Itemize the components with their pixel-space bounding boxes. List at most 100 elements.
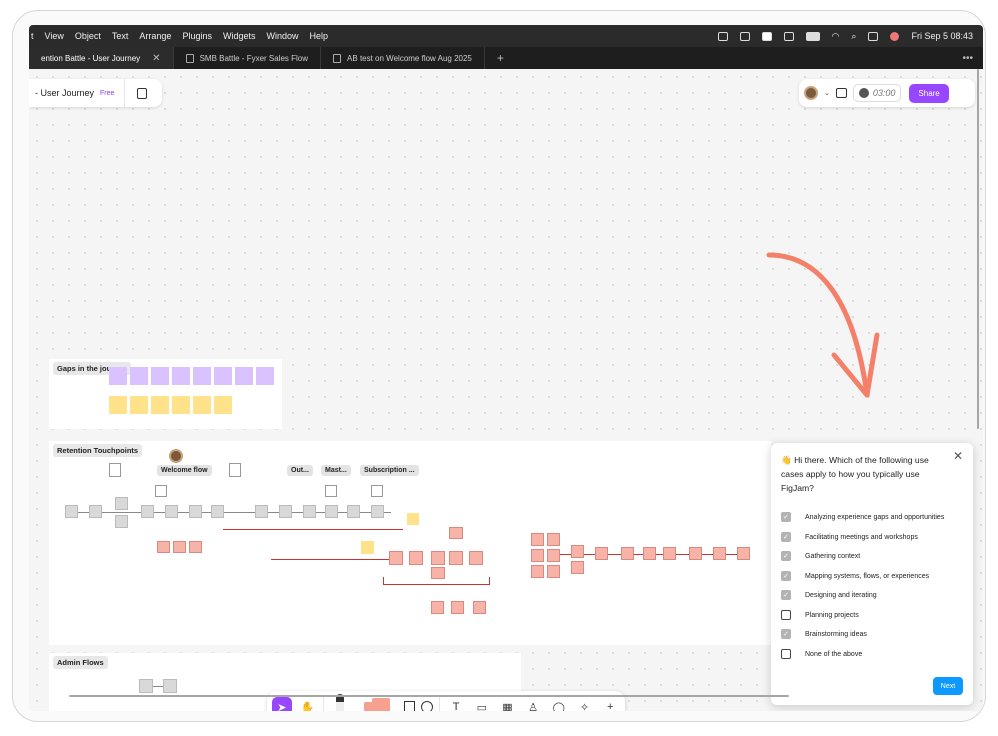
note-box[interactable] [109, 463, 121, 477]
pink-node[interactable] [409, 551, 423, 565]
ai-icon[interactable]: ✧ [575, 697, 595, 712]
share-button[interactable]: Share [909, 83, 949, 103]
pink-node[interactable] [389, 551, 403, 565]
pink-node[interactable] [689, 547, 702, 560]
menu-view[interactable]: View [45, 31, 64, 41]
menu-text[interactable]: Text [112, 31, 129, 41]
pink-node[interactable] [571, 561, 584, 574]
flow-node[interactable] [211, 505, 224, 518]
horizontal-scrollbar[interactable] [69, 695, 789, 697]
menu-widgets[interactable]: Widgets [223, 31, 256, 41]
checkbox-checked[interactable]: ✓ [781, 590, 791, 600]
pink-node[interactable] [571, 545, 584, 558]
note-box[interactable] [229, 463, 241, 477]
pink-node[interactable] [531, 533, 544, 546]
comment-icon[interactable]: ◯ [549, 697, 569, 712]
sticky-note[interactable] [193, 396, 211, 414]
layout-icon[interactable] [835, 88, 847, 98]
checkbox-checked[interactable]: ✓ [781, 571, 791, 581]
menu-object[interactable]: Object [75, 31, 101, 41]
pink-node[interactable] [621, 547, 634, 560]
search-icon[interactable]: ⌕ [851, 31, 856, 42]
next-button[interactable]: Next [933, 677, 963, 695]
app-icon[interactable] [761, 31, 772, 41]
flow-node[interactable] [141, 505, 154, 518]
pink-node[interactable] [547, 549, 560, 562]
sticky-note[interactable] [235, 367, 253, 385]
sticky-note[interactable] [172, 396, 190, 414]
option-none[interactable]: None of the above [781, 648, 862, 660]
sticky-note-tool-icon[interactable] [360, 696, 393, 711]
canvas[interactable]: - User Journey Free ⌄ 03:00 Share Gaps i… [29, 69, 983, 711]
option-facilitating[interactable]: ✓ Facilitating meetings and workshops [781, 531, 918, 543]
stamp-icon[interactable]: ♙ [523, 697, 543, 712]
pink-node[interactable] [643, 547, 656, 560]
arrow-drawing[interactable] [749, 245, 899, 415]
note-box[interactable] [371, 485, 383, 497]
chip-mast[interactable]: Mast... [321, 465, 351, 476]
flow-node[interactable] [279, 505, 292, 518]
dollar-icon[interactable] [739, 31, 750, 41]
hand-icon[interactable]: ✋ [298, 697, 318, 712]
close-icon[interactable]: ✕ [953, 449, 963, 463]
tab-ab-test[interactable]: AB test on Welcome flow Aug 2025 [321, 47, 485, 69]
sticky-note[interactable] [130, 367, 148, 385]
note-box[interactable] [325, 485, 337, 497]
note-box[interactable] [155, 485, 167, 497]
pink-node[interactable] [737, 547, 750, 560]
sticky-note[interactable] [214, 367, 232, 385]
file-name[interactable]: - User Journey [35, 88, 94, 98]
sticky-note[interactable] [256, 367, 274, 385]
option-designing[interactable]: ✓ Designing and iterating [781, 589, 877, 601]
pink-node[interactable] [713, 547, 726, 560]
table-icon[interactable]: ▦ [498, 697, 518, 712]
pointer-icon[interactable]: ➤ [272, 697, 292, 711]
sticky-note[interactable] [109, 396, 127, 414]
checkbox-unchecked[interactable] [781, 649, 791, 659]
chevron-down-icon[interactable]: ⌄ [824, 89, 830, 97]
siri-icon[interactable] [890, 31, 900, 41]
section-icon[interactable]: ▭ [472, 697, 492, 712]
chip-subscription[interactable]: Subscription ... [360, 465, 419, 476]
flow-node[interactable] [165, 505, 178, 518]
tab-smb-battle[interactable]: SMB Battle - Fyxer Sales Flow [174, 47, 322, 69]
tab-user-journey[interactable]: ention Battle - User Journey ✕ [29, 47, 174, 69]
flow-node[interactable] [115, 515, 128, 528]
chip-out[interactable]: Out... [287, 465, 313, 476]
option-planning[interactable]: Planning projects [781, 609, 859, 621]
close-icon[interactable]: ✕ [152, 53, 160, 64]
flow-node[interactable] [115, 497, 128, 510]
checkbox-checked[interactable]: ✓ [781, 532, 791, 542]
sticky-note[interactable] [193, 367, 211, 385]
flow-node[interactable] [163, 679, 177, 693]
flow-node[interactable] [303, 505, 316, 518]
pink-node[interactable] [531, 565, 544, 578]
flow-node[interactable] [371, 505, 384, 518]
checkbox-unchecked[interactable] [781, 610, 791, 620]
pink-node[interactable] [431, 567, 445, 579]
menu-plugins[interactable]: Plugins [182, 31, 212, 41]
vertical-scrollbar[interactable] [977, 69, 979, 429]
flow-node[interactable] [255, 505, 268, 518]
menu-item[interactable]: t [31, 31, 34, 41]
pink-node[interactable] [449, 527, 463, 539]
flow-node[interactable] [347, 505, 360, 518]
flow-node[interactable] [139, 679, 153, 693]
wifi-icon[interactable]: ◠ [832, 31, 840, 42]
text-icon[interactable]: T [446, 697, 466, 711]
new-tab-plus-icon[interactable]: + [485, 47, 516, 69]
option-analyzing[interactable]: ✓ Analyzing experience gaps and opportun… [781, 511, 944, 523]
pink-node[interactable] [547, 565, 560, 578]
sticky-note[interactable] [361, 541, 374, 554]
sticky-note[interactable] [130, 396, 148, 414]
sticky-note[interactable] [407, 513, 419, 525]
copy-icon[interactable] [137, 87, 148, 99]
section-gaps[interactable]: Gaps in the journey [49, 359, 282, 429]
pink-node[interactable] [189, 541, 202, 553]
pink-node[interactable] [449, 551, 463, 565]
cast-icon[interactable] [717, 31, 728, 41]
sticky-note[interactable] [214, 396, 232, 414]
circle-icon[interactable] [421, 701, 434, 711]
sticky-note[interactable] [109, 367, 127, 385]
pink-node[interactable] [431, 601, 444, 614]
